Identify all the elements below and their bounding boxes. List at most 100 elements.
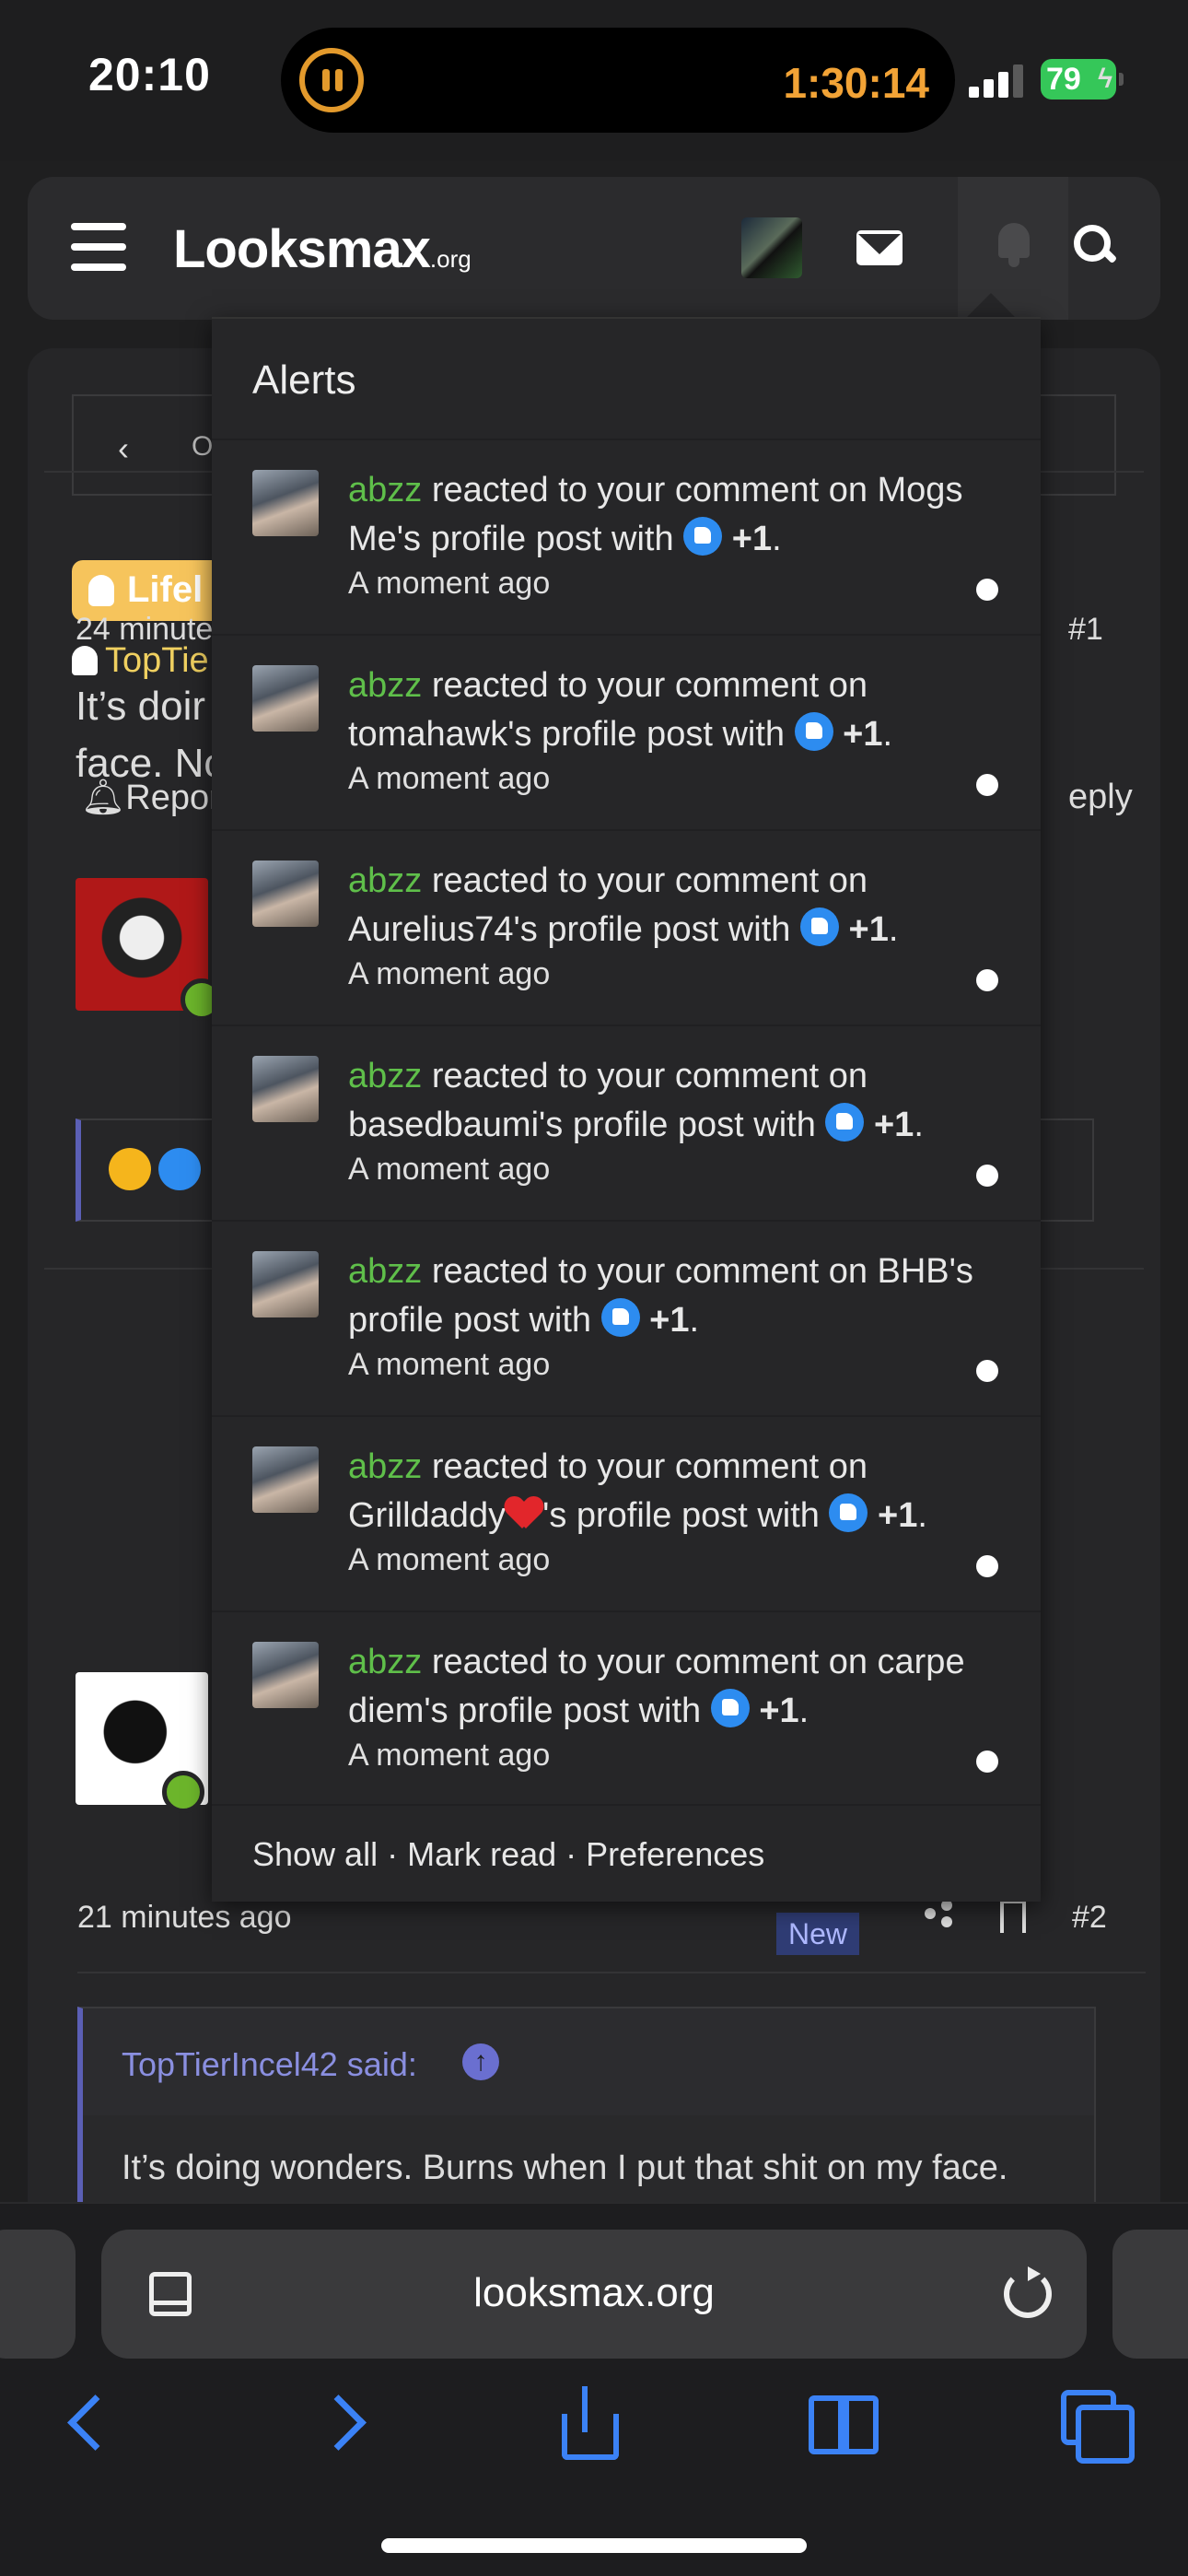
alert-time: A moment ago	[348, 1347, 551, 1382]
alert-avatar[interactable]	[252, 1446, 319, 1513]
alert-avatar[interactable]	[252, 1642, 319, 1708]
alert-user[interactable]: abzz	[348, 861, 422, 900]
alert-time: A moment ago	[348, 566, 551, 601]
status-bar: 20:10 1:30:14 79 ϟ	[0, 0, 1188, 161]
battery-icon: 79 ϟ	[1041, 59, 1124, 100]
quote-author[interactable]: TopTierIncel42 said:	[122, 2045, 417, 2084]
alert-user[interactable]: abzz	[348, 1252, 422, 1291]
previous-tab-preview[interactable]	[0, 2230, 76, 2359]
alert-user[interactable]: abzz	[348, 1057, 422, 1095]
alert-avatar[interactable]	[252, 665, 319, 732]
alert-user[interactable]: abzz	[348, 471, 422, 509]
browser-toolbar: looksmax.org	[0, 2202, 1188, 2576]
alert-user[interactable]: abzz	[348, 1643, 422, 1681]
alert-avatar[interactable]	[252, 861, 319, 927]
timer-pause-icon	[299, 48, 364, 112]
alert-user[interactable]: abzz	[348, 666, 422, 705]
star-eyes-emoji-icon	[109, 1148, 151, 1190]
alert-time: A moment ago	[348, 1152, 551, 1187]
show-all-link[interactable]: Show all	[252, 1835, 378, 1873]
clock: 20:10	[88, 49, 211, 100]
like-icon	[825, 1103, 865, 1142]
mark-read-link[interactable]: Mark read	[407, 1835, 556, 1873]
menu-icon[interactable]	[71, 223, 126, 271]
unread-dot[interactable]	[976, 1555, 998, 1577]
quote-text: It’s doing wonders. Burns when I put tha…	[122, 2149, 1008, 2187]
battery-level: 79	[1046, 62, 1081, 97]
bookmarks-icon[interactable]	[807, 2390, 879, 2454]
like-icon	[829, 1493, 868, 1532]
like-icon	[710, 1689, 750, 1727]
alert-time: A moment ago	[348, 956, 551, 991]
tabs-icon[interactable]	[1061, 2390, 1135, 2464]
signal-icon	[969, 64, 1026, 98]
charging-icon: ϟ	[1098, 64, 1112, 94]
unread-dot[interactable]	[976, 969, 998, 991]
back-icon[interactable]	[55, 2390, 120, 2454]
alerts-title: Alerts	[252, 357, 356, 403]
alert-item[interactable]: abzz reacted to your comment on tomahawk…	[212, 634, 1041, 829]
alert-time: A moment ago	[348, 1738, 551, 1773]
alert-time: A moment ago	[348, 761, 551, 796]
alert-avatar[interactable]	[252, 1251, 319, 1317]
timer-readout: 1:30:14	[783, 59, 929, 107]
alert-text: abzz reacted to your comment on tomahawk…	[348, 666, 893, 754]
alert-item[interactable]: abzz reacted to your comment on carpe di…	[212, 1610, 1041, 1806]
home-indicator[interactable]	[381, 2538, 807, 2553]
report-link[interactable]: 🔔︎Repor	[81, 778, 221, 818]
post-text: It’s doir	[76, 684, 206, 729]
alert-text: abzz reacted to your comment on BHB's pr…	[348, 1252, 973, 1340]
new-badge: New	[776, 1913, 859, 1955]
alert-text: abzz reacted to your comment on basedbau…	[348, 1057, 924, 1144]
reply-link[interactable]: eply	[1068, 778, 1133, 817]
divider	[77, 1972, 1146, 1973]
like-icon	[683, 517, 723, 556]
alert-user[interactable]: abzz	[348, 1447, 422, 1486]
next-tab-preview[interactable]	[1112, 2230, 1188, 2359]
reload-icon[interactable]	[1004, 2266, 1052, 2318]
alert-text: abzz reacted to your comment on Mogs Me'…	[348, 471, 963, 558]
preferences-link[interactable]: Preferences	[586, 1835, 764, 1873]
bookmark-icon[interactable]	[1000, 1900, 1026, 1933]
alert-item[interactable]: abzz reacted to your comment on Aurelius…	[212, 829, 1041, 1025]
search-icon[interactable]	[1074, 225, 1114, 265]
online-indicator	[162, 1771, 204, 1813]
site-logo[interactable]: Looksmax.org	[173, 218, 472, 280]
alert-item[interactable]: abzz reacted to your comment on BHB's pr…	[212, 1220, 1041, 1415]
dynamic-island[interactable]: 1:30:14	[281, 28, 955, 133]
bell-icon	[995, 223, 1033, 267]
alert-item[interactable]: abzz reacted to your comment on Grilldad…	[212, 1415, 1041, 1610]
unread-dot[interactable]	[976, 1751, 998, 1773]
dropdown-caret	[967, 293, 1015, 317]
alert-text: abzz reacted to your comment on Grilldad…	[348, 1447, 927, 1535]
unread-dot[interactable]	[976, 579, 998, 601]
chevron-left-icon: ‹	[118, 429, 129, 467]
alert-item[interactable]: abzz reacted to your comment on basedbau…	[212, 1025, 1041, 1220]
like-icon	[799, 907, 839, 946]
post-number[interactable]: #2	[1072, 1900, 1107, 1936]
alerts-dropdown: Alerts abzz reacted to your comment on M…	[212, 317, 1041, 1902]
post-time[interactable]: 21 minutes ago	[77, 1900, 292, 1936]
user-avatar[interactable]	[741, 217, 802, 278]
like-icon	[600, 1298, 640, 1337]
address-bar[interactable]: looksmax.org	[101, 2230, 1087, 2359]
alert-item[interactable]: abzz reacted to your comment on Mogs Me'…	[212, 439, 1041, 634]
unread-dot[interactable]	[976, 1360, 998, 1382]
alert-avatar[interactable]	[252, 470, 319, 536]
post-number[interactable]: #1	[1068, 612, 1103, 648]
alert-text: abzz reacted to your comment on carpe di…	[348, 1643, 965, 1730]
like-icon	[794, 712, 833, 751]
alert-time: A moment ago	[348, 1542, 551, 1577]
share-icon[interactable]	[925, 1900, 952, 1927]
url-text: looksmax.org	[473, 2270, 715, 2315]
unread-dot[interactable]	[976, 774, 998, 796]
like-icon	[158, 1148, 201, 1190]
forward-icon[interactable]	[313, 2390, 378, 2454]
alert-avatar[interactable]	[252, 1056, 319, 1122]
post-time[interactable]: 24 minute	[76, 612, 213, 648]
alerts-footer: Show all · Mark read · Preferences	[212, 1804, 1041, 1903]
mail-icon[interactable]	[856, 230, 903, 265]
unread-dot[interactable]	[976, 1165, 998, 1187]
share-sheet-icon[interactable]	[556, 2386, 621, 2460]
arrow-up-icon[interactable]: ↑	[462, 2043, 499, 2080]
